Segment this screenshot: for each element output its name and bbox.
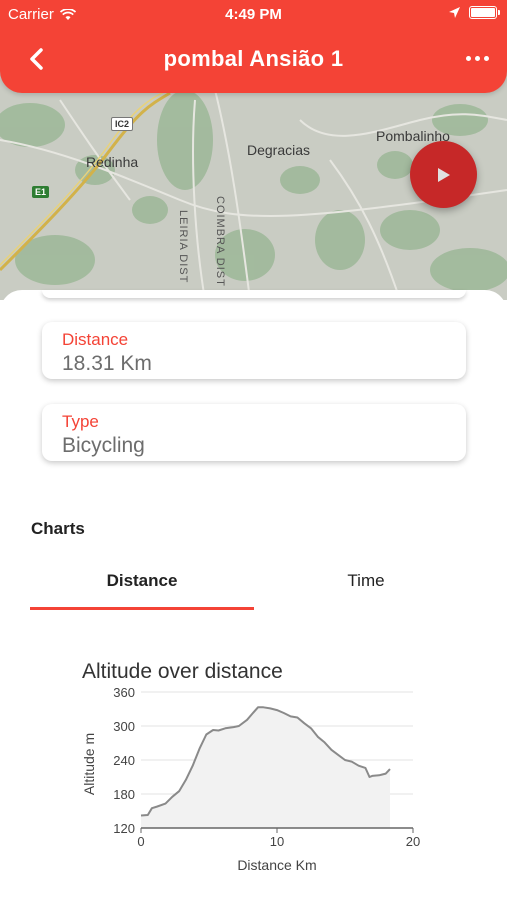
play-button[interactable] <box>410 141 477 208</box>
tab-time[interactable]: Time <box>254 560 478 612</box>
y-tick-label: 360 <box>113 688 135 700</box>
details-sheet[interactable]: Distance 18.31 Km Type Bicycling Charts … <box>0 290 507 900</box>
map-road-label-leiria: LEIRIA DIST <box>177 210 189 284</box>
x-tick-label: 0 <box>137 834 144 849</box>
status-bar: Carrier 4:49 PM <box>0 0 507 28</box>
altitude-area <box>141 707 390 828</box>
type-card: Type Bicycling <box>42 404 466 461</box>
distance-label: Distance <box>62 330 129 349</box>
play-icon <box>438 168 450 182</box>
map-road-label-coimbra: COIMBRA DIST <box>214 196 226 287</box>
battery-icon <box>469 6 500 19</box>
map-label-degracias: Degracias <box>247 142 311 158</box>
charts-section-title: Charts <box>31 519 85 538</box>
y-axis-label: Altitude m <box>81 733 97 795</box>
x-axis-label: Distance Km <box>237 857 316 873</box>
tab-distance[interactable]: Distance <box>30 560 254 612</box>
type-label: Type <box>62 412 99 431</box>
more-options-button[interactable] <box>466 56 489 61</box>
location-arrow-icon <box>449 7 460 18</box>
map-shield-e1: E1 <box>32 186 50 198</box>
altitude-chart: 120 180 240 300 360 0 10 20 Distance Km Altitude … <box>81 688 420 873</box>
status-right <box>448 6 500 19</box>
map-shield-ic2: IC2 <box>111 117 134 131</box>
more-dot <box>484 56 489 61</box>
y-tick-label: 300 <box>113 719 135 734</box>
y-tick-label: 180 <box>113 787 135 802</box>
map-label-redinha: Redinha <box>86 154 139 170</box>
more-horizontal-icon <box>466 56 471 61</box>
more-dot <box>475 56 480 61</box>
distance-value: 18.31 Km <box>62 352 152 375</box>
type-value: Bicycling <box>62 434 145 457</box>
x-tick-label: 20 <box>406 834 420 849</box>
distance-card: Distance 18.31 Km <box>42 322 466 379</box>
tab-indicator <box>30 607 254 610</box>
status-time: 4:49 PM <box>225 6 282 23</box>
chart-title: Altitude over distance <box>82 660 283 683</box>
app-header: Carrier 4:49 PM pombal Ansião 1 <box>0 0 507 93</box>
nav-bar: pombal Ansião 1 <box>0 40 507 80</box>
x-tick-label: 10 <box>270 834 284 849</box>
page-title: pombal Ansião 1 <box>163 46 344 71</box>
y-tick-label: 240 <box>113 753 135 768</box>
chart-tabs: Distance Time <box>30 560 478 612</box>
y-tick-label: 120 <box>113 821 135 836</box>
previous-card <box>42 290 466 298</box>
